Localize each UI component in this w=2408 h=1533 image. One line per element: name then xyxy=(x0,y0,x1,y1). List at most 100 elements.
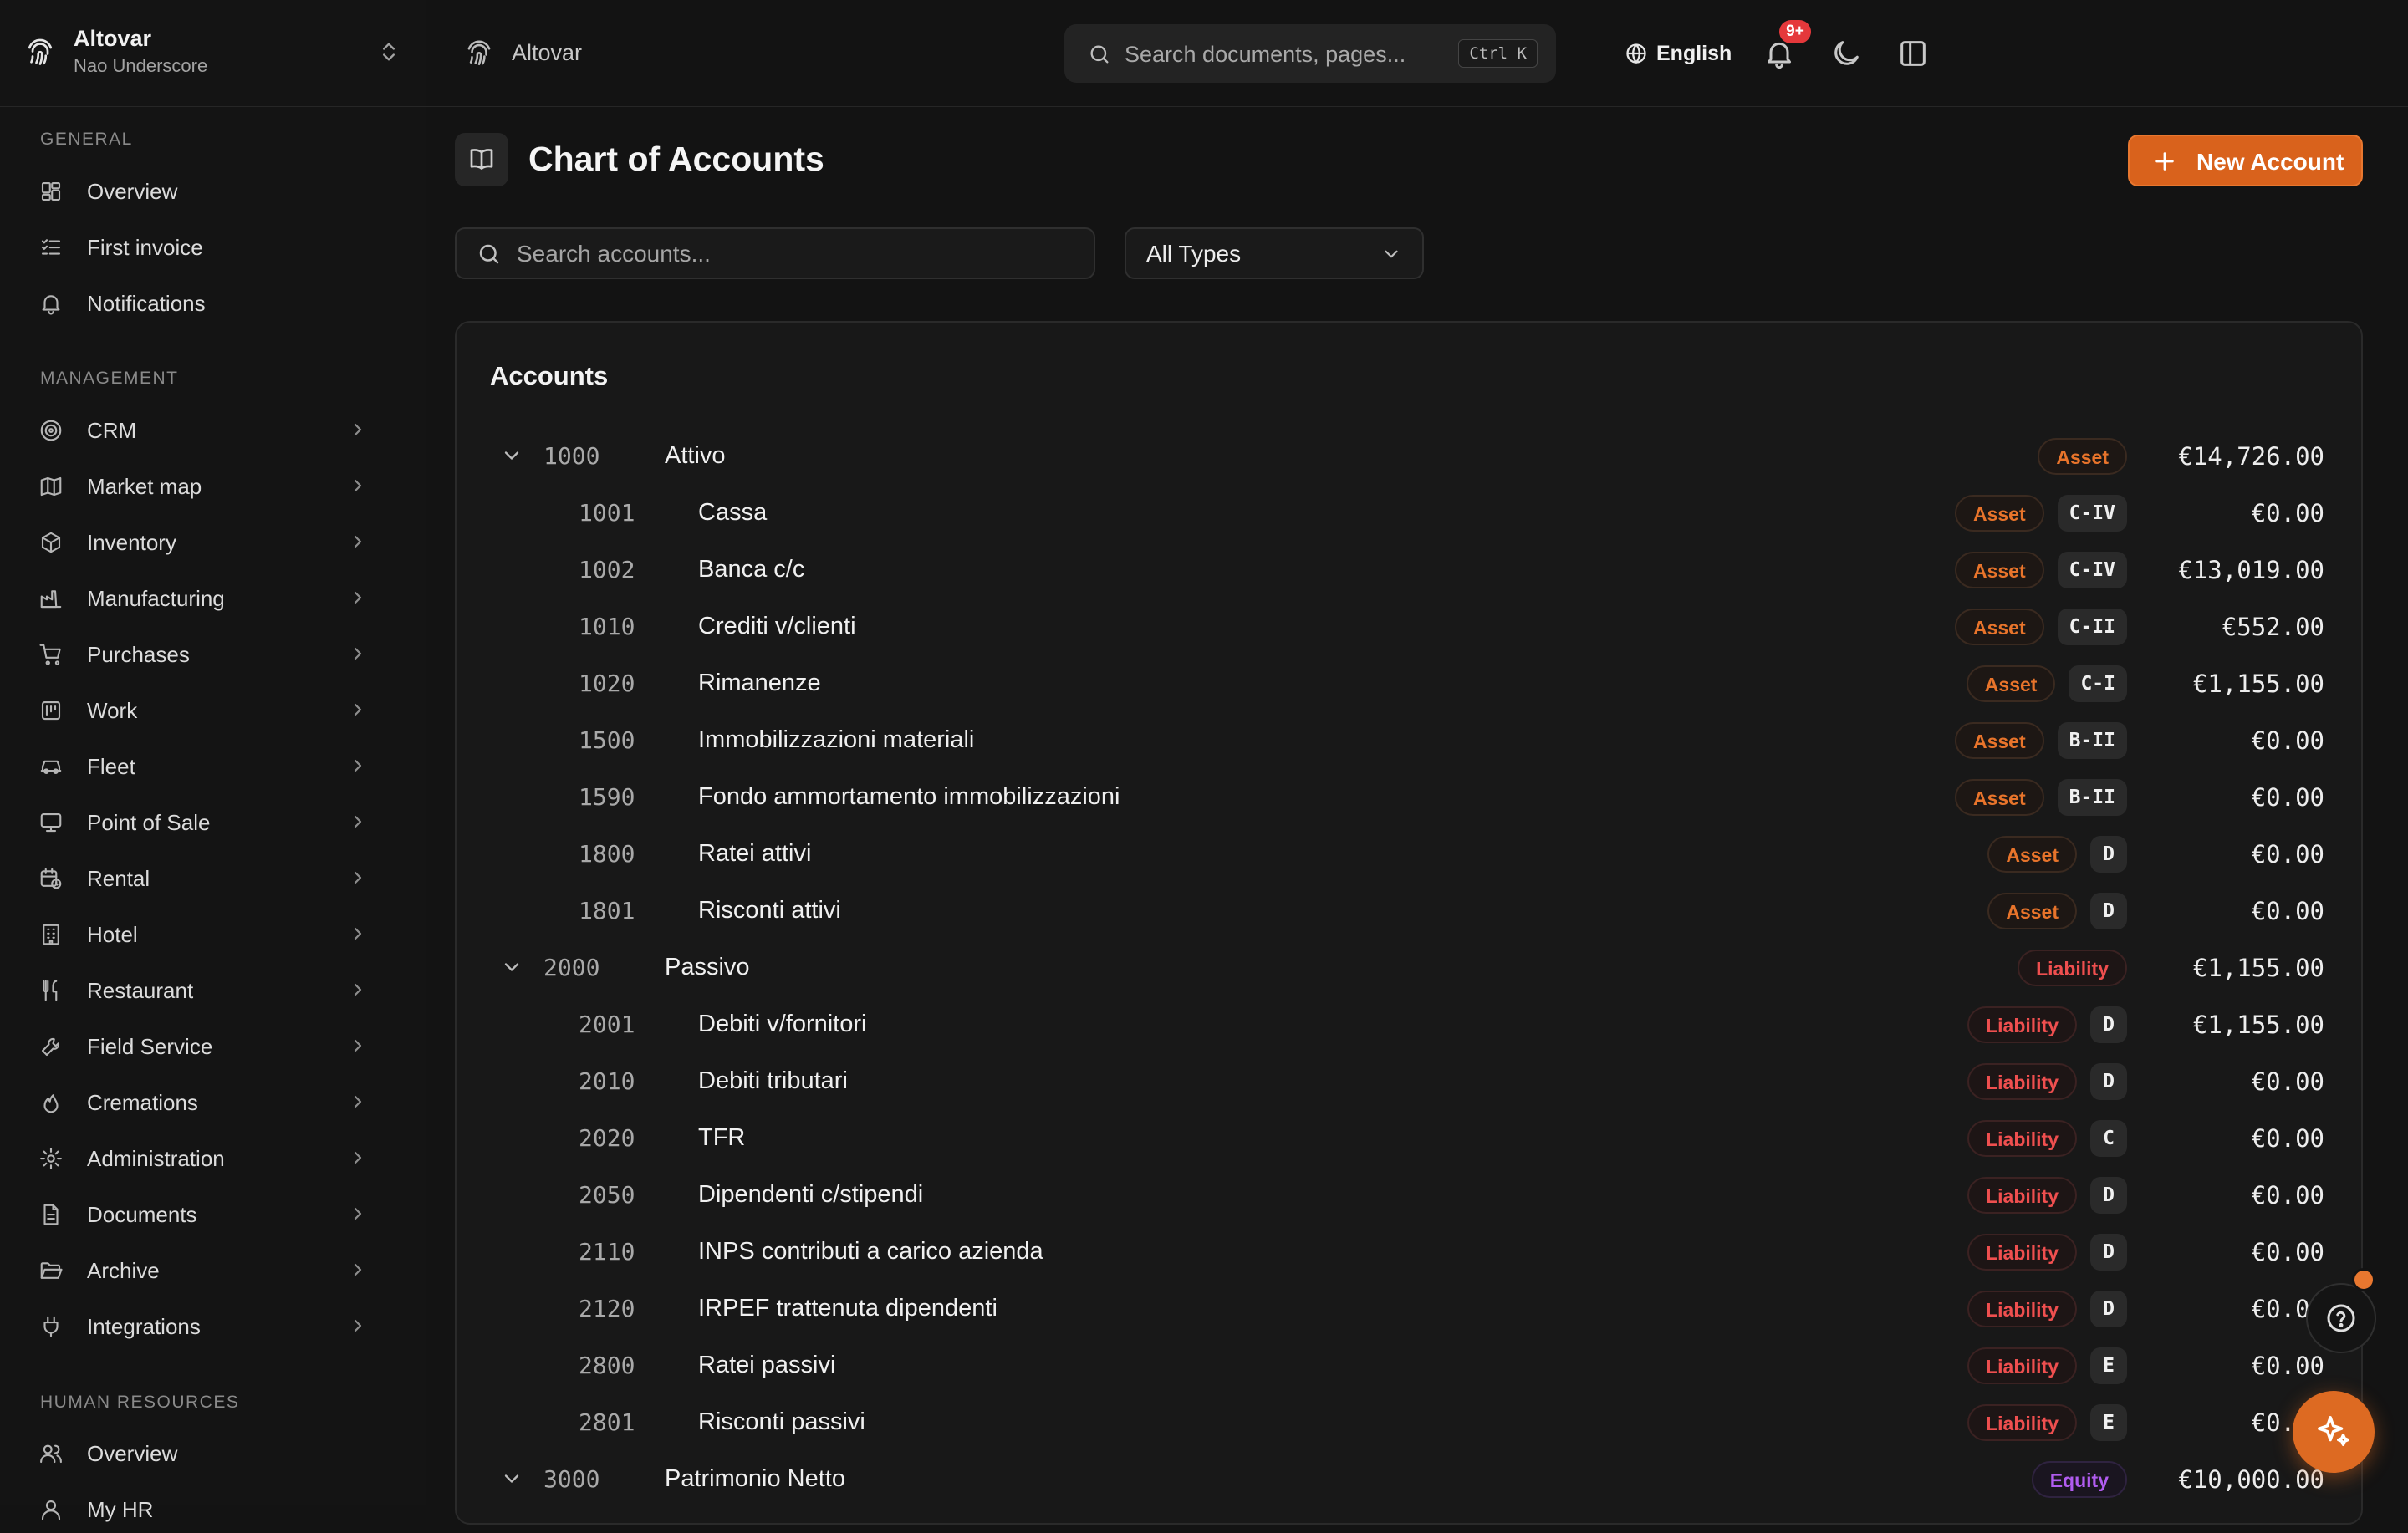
account-code: 1500 xyxy=(579,726,635,754)
sidebar-item-label: Archive xyxy=(87,1258,160,1283)
sidebar-item-overview[interactable]: Overview xyxy=(25,166,376,215)
account-name: IRPEF trattenuta dipendenti xyxy=(698,1295,997,1322)
sidebar-item-first-invoice[interactable]: First invoice xyxy=(25,222,376,271)
account-row[interactable]: 2020 TFR Liability C €0.00 xyxy=(457,1111,2361,1168)
account-row[interactable]: 1010 Crediti v/clienti Asset C-II €552.00 xyxy=(457,599,2361,656)
account-row[interactable]: 2001 Debiti v/fornitori Liability D €1,155.0… xyxy=(457,997,2361,1054)
account-row[interactable]: 1020 Rimanenze Asset C-I €1,155.00 xyxy=(457,656,2361,713)
account-type-badge: Liability xyxy=(2018,950,2127,986)
balance-sheet-section-badge: D xyxy=(2090,1177,2127,1214)
account-tags: Asset D xyxy=(1987,836,2127,873)
sparkles-icon xyxy=(2318,1416,2349,1447)
chevron-right-icon xyxy=(348,1092,368,1112)
moon-icon[interactable] xyxy=(1829,37,1863,70)
ai-assistant-button[interactable] xyxy=(2293,1391,2375,1473)
sidebar-item-cremations[interactable]: Cremations xyxy=(25,1077,376,1126)
sidebar-item-purchases[interactable]: Purchases xyxy=(25,629,376,678)
book-icon xyxy=(455,133,508,186)
account-row[interactable]: 1801 Risconti attivi Asset D €0.00 xyxy=(457,884,2361,940)
sidebar-item-hotel[interactable]: Hotel xyxy=(25,909,376,958)
account-group-row[interactable]: 3000 Patrimonio Netto Equity €10,000.00 xyxy=(457,1452,2361,1509)
account-tags: Asset xyxy=(2038,438,2127,475)
account-balance: €0.00 xyxy=(2251,726,2324,755)
chevrons-up-down-icon xyxy=(377,40,400,67)
section-heading-management: MANAGEMENT xyxy=(40,369,179,388)
account-search-input[interactable]: Search accounts... xyxy=(455,227,1095,279)
account-code: 2120 xyxy=(579,1295,635,1322)
chevron-down-icon[interactable] xyxy=(500,955,523,979)
sidebar-item-notifications[interactable]: Notifications xyxy=(25,278,376,327)
account-group-row[interactable]: 2000 Passivo Liability €1,155.00 xyxy=(457,940,2361,997)
account-row[interactable]: 2120 IRPEF trattenuta dipendenti Liability… xyxy=(457,1281,2361,1338)
account-type-badge: Asset xyxy=(1954,779,2044,816)
account-type-badge: Asset xyxy=(1987,893,2077,929)
workspace-name: Altovar xyxy=(74,26,152,51)
account-tags: Liability D xyxy=(1967,1006,2127,1043)
sidebar-item-documents[interactable]: Documents xyxy=(25,1189,376,1238)
sidebar-item-archive[interactable]: Archive xyxy=(25,1245,376,1294)
account-balance: €0.00 xyxy=(2251,1067,2324,1096)
sidebar-item-crm[interactable]: CRM xyxy=(25,405,376,454)
balance-sheet-section-badge: D xyxy=(2090,836,2127,873)
account-code: 2110 xyxy=(579,1238,635,1266)
sidebar-item-inventory[interactable]: Inventory xyxy=(25,517,376,566)
account-row[interactable]: 1002 Banca c/c Asset C-IV €13,019.00 xyxy=(457,542,2361,599)
account-row[interactable]: 2110 INPS contributi a carico azienda Liab… xyxy=(457,1225,2361,1281)
account-group-row[interactable]: 1000 Attivo Asset €14,726.00 xyxy=(457,429,2361,486)
account-tags: Equity xyxy=(2031,1461,2127,1498)
account-row[interactable]: 2010 Debiti tributari Liability D €0.00 xyxy=(457,1054,2361,1111)
workspace-switcher[interactable]: Altovar Nao Underscore xyxy=(0,0,426,107)
balance-sheet-section-badge: E xyxy=(2090,1404,2127,1441)
account-type-badge: Asset xyxy=(1966,665,2056,702)
account-row[interactable]: 1001 Cassa Asset C-IV €0.00 xyxy=(457,486,2361,542)
balance-sheet-section-badge: C-IV xyxy=(2057,552,2127,588)
help-button[interactable] xyxy=(2306,1283,2376,1353)
account-tags: Asset C-IV xyxy=(1954,495,2127,532)
account-row[interactable]: 1500 Immobilizzazioni materiali Asset B-II €… xyxy=(457,713,2361,770)
balance-sheet-section-badge: D xyxy=(2090,893,2127,929)
sidebar-item-integrations[interactable]: Integrations xyxy=(25,1301,376,1350)
account-tags: Asset B-II xyxy=(1954,779,2127,816)
account-type-badge: Liability xyxy=(1967,1291,2077,1327)
sidebar-item-field-service[interactable]: Field Service xyxy=(25,1021,376,1070)
checklist-icon xyxy=(38,235,64,260)
new-account-label: New Account xyxy=(2196,149,2344,175)
sidebar-item-administration[interactable]: Administration xyxy=(25,1133,376,1182)
account-balance: €13,019.00 xyxy=(2178,556,2324,584)
chevron-down-icon[interactable] xyxy=(500,1467,523,1490)
account-row[interactable]: 2801 Risconti passivi Liability E €0.00 xyxy=(457,1395,2361,1452)
sidebar-item-market-map[interactable]: Market map xyxy=(25,461,376,510)
chevron-down-icon[interactable] xyxy=(500,444,523,467)
sidebar-item-rental[interactable]: Rental xyxy=(25,853,376,902)
account-row[interactable]: 1590 Fondo ammortamento immobilizzazioni A… xyxy=(457,770,2361,827)
account-search-placeholder: Search accounts... xyxy=(517,241,711,267)
sidebar-item-work[interactable]: Work xyxy=(25,685,376,734)
account-code: 2801 xyxy=(579,1408,635,1436)
account-type-badge: Asset xyxy=(1954,495,2044,532)
sidebar-item-overview[interactable]: Overview xyxy=(25,1429,376,1477)
account-type-badge: Liability xyxy=(1967,1404,2077,1441)
global-search-input[interactable]: Search documents, pages... Ctrl K xyxy=(1064,24,1556,83)
new-account-button[interactable]: New Account xyxy=(2128,135,2363,186)
account-row[interactable]: 1800 Ratei attivi Asset D €0.00 xyxy=(457,827,2361,884)
panel-toggle-icon[interactable] xyxy=(1896,37,1930,70)
folder-open-icon xyxy=(38,1258,64,1283)
account-row[interactable]: 2050 Dipendenti c/stipendi Liability D €0.00 xyxy=(457,1168,2361,1225)
sidebar-item-restaurant[interactable]: Restaurant xyxy=(25,965,376,1014)
sidebar-item-manufacturing[interactable]: Manufacturing xyxy=(25,573,376,622)
sidebar-item-point-of-sale[interactable]: Point of Sale xyxy=(25,797,376,846)
account-balance: €10,000.00 xyxy=(2178,1465,2324,1494)
balance-sheet-section-badge: C-II xyxy=(2057,609,2127,645)
chevron-right-icon xyxy=(348,756,368,776)
account-type-select[interactable]: All Types xyxy=(1125,227,1424,279)
sidebar-item-my-hr[interactable]: My HR xyxy=(25,1485,376,1533)
balance-sheet-section-badge: C xyxy=(2090,1120,2127,1157)
account-tags: Liability xyxy=(2018,950,2127,986)
account-code: 1002 xyxy=(579,556,635,583)
account-balance: €0.00 xyxy=(2251,1181,2324,1210)
account-code: 1000 xyxy=(543,442,600,470)
account-row[interactable]: 2800 Ratei passivi Liability E €0.00 xyxy=(457,1338,2361,1395)
account-code: 2010 xyxy=(579,1067,635,1095)
account-name: Debiti v/fornitori xyxy=(698,1011,867,1037)
sidebar-item-fleet[interactable]: Fleet xyxy=(25,741,376,790)
